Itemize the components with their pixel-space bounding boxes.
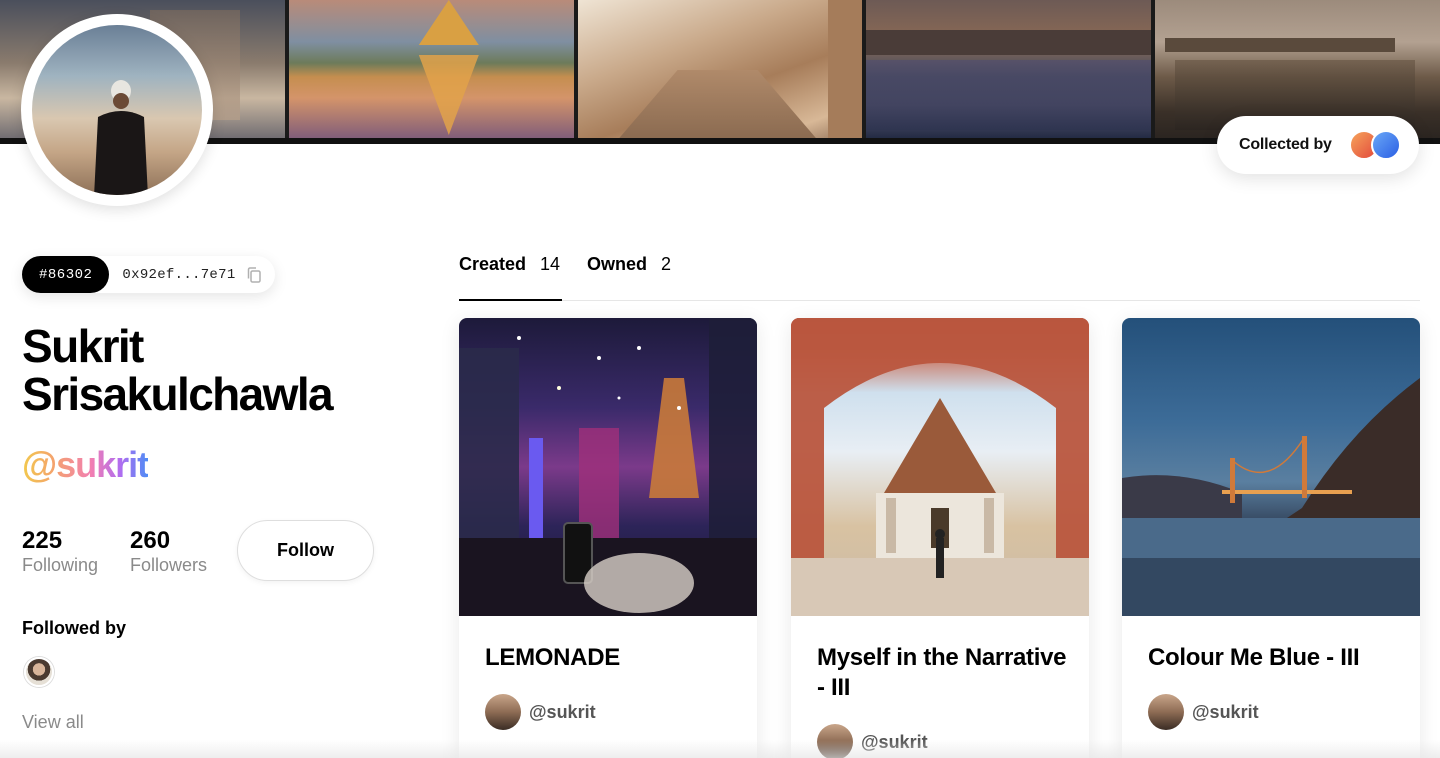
- creator-avatar: [1148, 694, 1184, 730]
- nft-card-image: [791, 318, 1089, 616]
- nft-card[interactable]: Colour Me Blue - III @sukrit: [1122, 318, 1420, 758]
- creator-handle: @sukrit: [861, 731, 928, 752]
- following-stat[interactable]: 225 Following: [22, 528, 98, 576]
- profile-name-last: Srisakulchawla: [22, 368, 334, 420]
- person-silhouette: [94, 80, 148, 195]
- tab-created[interactable]: Created 14: [459, 254, 562, 301]
- profile-name: Sukrit Srisakulchawla: [22, 322, 402, 418]
- content-tabs: Created 14 Owned 2: [459, 254, 1420, 301]
- collector-avatars: [1349, 130, 1409, 160]
- profile-avatar-image: [32, 25, 202, 195]
- token-id-badge: #86302: [22, 256, 110, 293]
- nft-card[interactable]: Myself in the Narrative - III @sukrit: [791, 318, 1089, 758]
- nft-card-title: LEMONADE: [485, 644, 620, 671]
- follower-avatar[interactable]: [24, 657, 54, 687]
- view-all-link[interactable]: View all: [22, 712, 84, 733]
- tab-owned[interactable]: Owned 2: [587, 254, 671, 301]
- collected-by-pill[interactable]: Collected by: [1217, 116, 1419, 174]
- cover-image-2: [288, 0, 578, 140]
- nft-card-creator[interactable]: @sukrit: [485, 694, 596, 730]
- followers-count: 260: [130, 527, 171, 554]
- tab-count: 14: [540, 254, 561, 274]
- creator-avatar: [817, 724, 853, 758]
- wallet-address: 0x92ef...7e71: [122, 266, 236, 283]
- tab-count: 2: [661, 254, 672, 274]
- temple-artwork: [791, 318, 1089, 616]
- copy-icon[interactable]: [245, 266, 263, 284]
- nft-card[interactable]: LEMONADE @sukrit: [459, 318, 757, 758]
- collected-by-label: Collected by: [1239, 136, 1332, 153]
- times-square-artwork: [459, 318, 757, 616]
- nft-card-creator[interactable]: @sukrit: [1148, 694, 1259, 730]
- profile-name-first: Sukrit: [22, 320, 144, 372]
- followed-by-label: Followed by: [22, 618, 127, 638]
- golden-gate-artwork: [1122, 378, 1420, 616]
- followers-stat[interactable]: 260 Followers: [130, 528, 207, 576]
- nft-card-image: [459, 318, 757, 616]
- follow-button[interactable]: Follow: [237, 520, 374, 581]
- profile-avatar: [21, 14, 213, 206]
- creator-avatar: [485, 694, 521, 730]
- nft-card-title: Colour Me Blue - III: [1148, 644, 1360, 671]
- creator-handle: @sukrit: [1192, 701, 1259, 722]
- nft-card-image: [1122, 318, 1420, 616]
- token-address-pill: #86302 0x92ef...7e71: [22, 256, 275, 293]
- nft-card-creator[interactable]: @sukrit: [817, 724, 928, 758]
- tab-label: Created: [459, 254, 527, 274]
- following-label: Following: [22, 555, 99, 575]
- profile-handle: @sukrit: [22, 444, 149, 485]
- tab-label: Owned: [587, 254, 648, 274]
- nft-card-title: Myself in the Narrative - III: [817, 644, 1067, 701]
- cover-image-4: [866, 0, 1156, 140]
- collector-avatar[interactable]: [1371, 130, 1401, 160]
- creator-handle: @sukrit: [529, 701, 596, 722]
- cover-banner: [0, 0, 1440, 140]
- followers-label: Followers: [130, 555, 208, 575]
- following-count: 225: [22, 527, 63, 554]
- cover-image-3: [577, 0, 867, 140]
